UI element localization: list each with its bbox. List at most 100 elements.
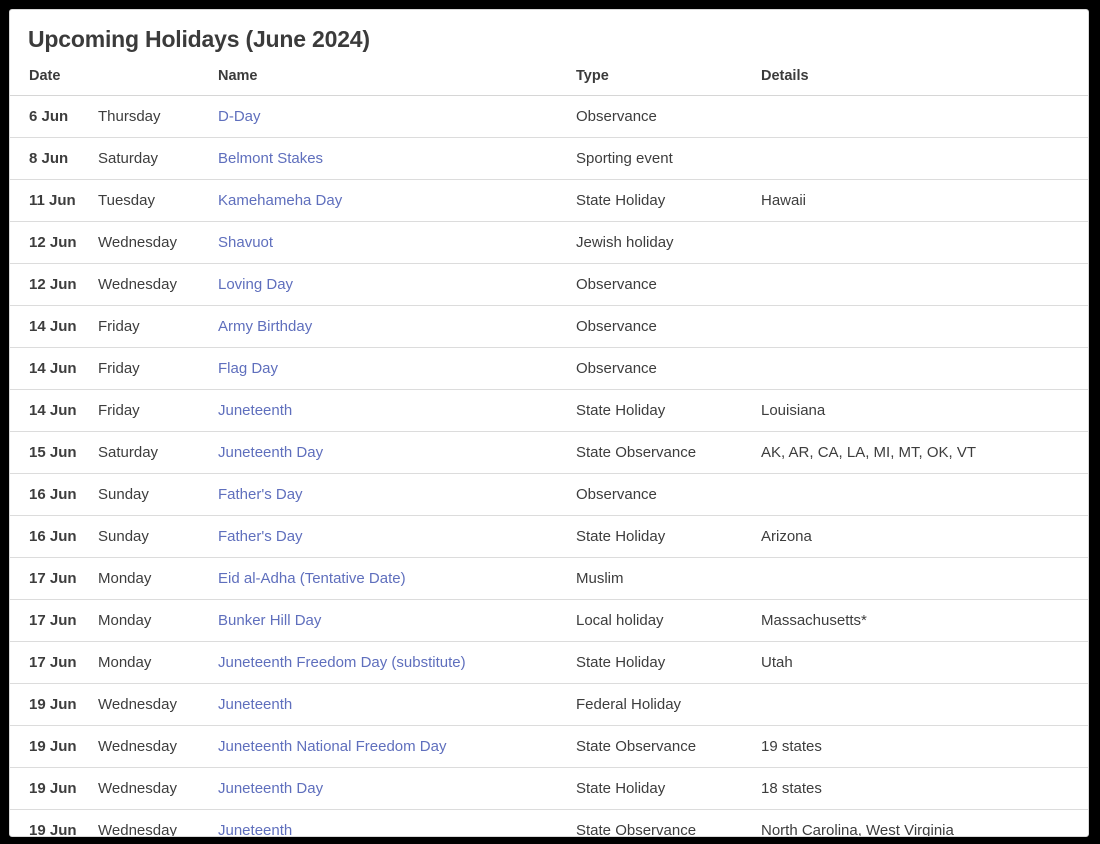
holiday-link[interactable]: Juneteenth Freedom Day (substitute)	[218, 654, 466, 671]
cell-name: Juneteenth	[218, 810, 576, 838]
cell-details	[761, 684, 1088, 726]
holiday-link[interactable]: Kamehameha Day	[218, 192, 342, 209]
column-header-type[interactable]: Type	[576, 68, 761, 96]
table-row: 12 JunWednesdayShavuotJewish holiday	[10, 222, 1088, 264]
cell-date: 11 Jun	[10, 180, 98, 222]
cell-date: 17 Jun	[10, 642, 98, 684]
cell-date: 14 Jun	[10, 390, 98, 432]
cell-details: 18 states	[761, 768, 1088, 810]
cell-details	[761, 474, 1088, 516]
table-row: 19 JunWednesdayJuneteenth DayState Holid…	[10, 768, 1088, 810]
table-row: 6 JunThursdayD-DayObservance	[10, 96, 1088, 138]
table-row: 16 JunSundayFather's Day Observance	[10, 474, 1088, 516]
cell-date: 12 Jun	[10, 264, 98, 306]
cell-details: Massachusetts*	[761, 600, 1088, 642]
cell-name: Flag Day	[218, 348, 576, 390]
cell-name: Father's Day	[218, 516, 576, 558]
cell-day: Friday	[98, 390, 218, 432]
holiday-link[interactable]: Juneteenth Day	[218, 780, 323, 797]
cell-name: Juneteenth National Freedom Day	[218, 726, 576, 768]
cell-type: State Holiday	[576, 768, 761, 810]
holidays-card: Upcoming Holidays (June 2024) Date Name …	[9, 9, 1089, 837]
cell-details: Louisiana	[761, 390, 1088, 432]
cell-type: State Holiday	[576, 390, 761, 432]
table-body: 6 JunThursdayD-DayObservance8 JunSaturda…	[10, 96, 1088, 838]
holiday-link[interactable]: D-Day	[218, 108, 261, 125]
cell-name: Kamehameha Day	[218, 180, 576, 222]
holiday-link[interactable]: Shavuot	[218, 234, 273, 251]
cell-day: Saturday	[98, 138, 218, 180]
cell-date: 15 Jun	[10, 432, 98, 474]
holidays-table: Date Name Type Details 6 JunThursdayD-Da…	[10, 68, 1088, 837]
cell-name: Shavuot	[218, 222, 576, 264]
cell-name: Bunker Hill Day	[218, 600, 576, 642]
holiday-link[interactable]: Father's Day	[218, 528, 303, 545]
table-row: 17 JunMondayBunker Hill DayLocal holiday…	[10, 600, 1088, 642]
cell-details: North Carolina, West Virginia	[761, 810, 1088, 838]
holiday-link[interactable]: Flag Day	[218, 360, 278, 377]
cell-name: Juneteenth	[218, 684, 576, 726]
cell-date: 17 Jun	[10, 600, 98, 642]
cell-name: Army Birthday	[218, 306, 576, 348]
cell-date: 14 Jun	[10, 348, 98, 390]
column-header-name[interactable]: Name	[218, 68, 576, 96]
cell-details	[761, 558, 1088, 600]
table-row: 14 JunFridayJuneteenth State HolidayLouis…	[10, 390, 1088, 432]
holiday-link[interactable]: Army Birthday	[218, 318, 312, 335]
cell-date: 19 Jun	[10, 684, 98, 726]
cell-type: Observance	[576, 306, 761, 348]
table-row: 16 JunSundayFather's DayState HolidayAri…	[10, 516, 1088, 558]
cell-date: 19 Jun	[10, 726, 98, 768]
holiday-link[interactable]: Father's Day	[218, 486, 303, 503]
cell-name: Belmont Stakes	[218, 138, 576, 180]
cell-details: AK, AR, CA, LA, MI, MT, OK, VT	[761, 432, 1088, 474]
holiday-link[interactable]: Loving Day	[218, 276, 293, 293]
cell-name: Juneteenth Day	[218, 432, 576, 474]
table-row: 14 JunFridayFlag DayObservance	[10, 348, 1088, 390]
cell-type: Jewish holiday	[576, 222, 761, 264]
cell-type: Local holiday	[576, 600, 761, 642]
holiday-link[interactable]: Juneteenth	[218, 696, 292, 713]
cell-date: 17 Jun	[10, 558, 98, 600]
holiday-link[interactable]: Juneteenth Day	[218, 444, 323, 461]
table-row: 19 JunWednesdayJuneteenthFederal Holiday	[10, 684, 1088, 726]
cell-name: D-Day	[218, 96, 576, 138]
cell-date: 16 Jun	[10, 474, 98, 516]
cell-type: Muslim	[576, 558, 761, 600]
cell-type: State Holiday	[576, 642, 761, 684]
holiday-link[interactable]: Juneteenth	[218, 402, 292, 419]
cell-day: Tuesday	[98, 180, 218, 222]
cell-date: 14 Jun	[10, 306, 98, 348]
cell-day: Thursday	[98, 96, 218, 138]
page-root: Upcoming Holidays (June 2024) Date Name …	[0, 0, 1100, 844]
cell-day: Wednesday	[98, 810, 218, 838]
holiday-link[interactable]: Juneteenth National Freedom Day	[218, 738, 446, 755]
cell-type: Observance	[576, 474, 761, 516]
table-row: 8 JunSaturdayBelmont StakesSporting even…	[10, 138, 1088, 180]
cell-date: 8 Jun	[10, 138, 98, 180]
table-row: 19 JunWednesdayJuneteenthState Observanc…	[10, 810, 1088, 838]
table-row: 19 JunWednesdayJuneteenth National Freed…	[10, 726, 1088, 768]
cell-day: Monday	[98, 642, 218, 684]
cell-details	[761, 222, 1088, 264]
holiday-link[interactable]: Eid al-Adha (Tentative Date)	[218, 570, 406, 587]
cell-details: 19 states	[761, 726, 1088, 768]
table-row: 14 JunFridayArmy BirthdayObservance	[10, 306, 1088, 348]
cell-day: Sunday	[98, 474, 218, 516]
card-inner: Upcoming Holidays (June 2024) Date Name …	[10, 10, 1088, 837]
cell-day: Saturday	[98, 432, 218, 474]
cell-day: Monday	[98, 558, 218, 600]
cell-details	[761, 348, 1088, 390]
column-header-details[interactable]: Details	[761, 68, 1088, 96]
table-row: 15 JunSaturdayJuneteenth DayState Observ…	[10, 432, 1088, 474]
holiday-link[interactable]: Belmont Stakes	[218, 150, 323, 167]
cell-type: State Observance	[576, 726, 761, 768]
cell-date: 19 Jun	[10, 810, 98, 838]
table-header-row: Date Name Type Details	[10, 68, 1088, 96]
holiday-link[interactable]: Bunker Hill Day	[218, 612, 321, 629]
cell-details	[761, 138, 1088, 180]
holiday-link[interactable]: Juneteenth	[218, 822, 292, 837]
cell-date: 19 Jun	[10, 768, 98, 810]
column-header-day	[98, 68, 218, 96]
column-header-date[interactable]: Date	[10, 68, 98, 96]
